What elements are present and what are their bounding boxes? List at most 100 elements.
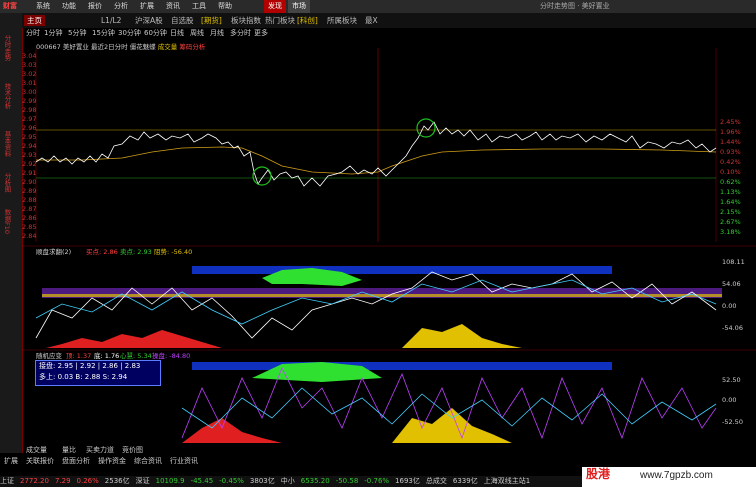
status-item: 7.29 — [54, 477, 71, 485]
price-axis-labels: 3.04 3.03 3.02 3.01 3.00 2.99 2.98 2.97 … — [22, 52, 36, 240]
period-weekly[interactable]: 周线 — [190, 28, 204, 38]
indicator1-axis-tick: -54.06 — [722, 324, 743, 332]
indicator1-axis-tick: 54.06 — [722, 280, 741, 288]
indicator1-white-line — [35, 271, 717, 339]
tab-l1l2[interactable]: L1/L2 — [98, 15, 124, 26]
period-monthly[interactable]: 月线 — [210, 28, 224, 38]
price-tick: 2.84 — [22, 232, 36, 240]
pct-tick: 1.64% — [720, 198, 741, 206]
menu-function[interactable]: 功能 — [62, 1, 76, 11]
status-item: 1693亿 — [395, 477, 420, 485]
pct-tick: 0.93% — [720, 148, 741, 156]
indicator2-value: 底: 1.76 — [94, 351, 119, 360]
price-tick: 2.93 — [22, 151, 36, 159]
indicator2-value: 顶: 1.37 — [66, 352, 91, 360]
status-item: -45.45 — [190, 477, 214, 485]
indicator2-red-area — [182, 418, 282, 443]
indicator1-yellow-band — [42, 294, 722, 297]
status-item: -0.45% — [219, 477, 244, 485]
indicator2-blue-band — [192, 362, 612, 370]
status-item: 深证 — [135, 477, 150, 485]
status-item: 3803亿 — [249, 477, 275, 485]
period-intraday[interactable]: 分时 — [26, 28, 40, 38]
tab-power[interactable]: 买卖力道 — [86, 445, 114, 455]
tab-watchlist[interactable]: 自选股 — [168, 15, 197, 26]
menu-analysis[interactable]: 分析 — [114, 1, 128, 11]
price-tick: 2.92 — [22, 160, 36, 168]
indicator2-axis-tick: 52.50 — [722, 376, 741, 384]
price-tick: 2.94 — [22, 142, 36, 150]
status-item: 6339亿 — [452, 477, 478, 485]
menu-tools[interactable]: 工具 — [192, 1, 206, 11]
discover-button[interactable]: 发现 — [264, 0, 286, 13]
chart-area: 3.04 3.03 3.02 3.01 3.00 2.99 2.98 2.97 … — [22, 48, 756, 443]
period-multi[interactable]: 多分时 — [230, 28, 251, 38]
market-tabs: 主页 L1/L2 沪深A股 自选股 [期货] 板块指数 热门板块 [科创] 所属… — [22, 13, 756, 28]
pct-axis-labels: 2.45% 1.96% 1.44% 0.93% 0.42% 0.10% 0.62… — [720, 118, 741, 236]
tab-extend[interactable]: 扩展 — [4, 456, 18, 466]
sidebar-item-intraday[interactable]: 分时走势 — [2, 35, 12, 61]
indicator1-panel: 顺盘求翻(2) 买点: 2.86 卖点: 2.93 阻势: -56.40 108… — [22, 245, 756, 348]
menu-system[interactable]: 系统 — [36, 1, 50, 11]
tab-hot-sector[interactable]: 热门板块 — [262, 15, 298, 26]
popup-line2: 多上: 0.03 B: 2.88 S: 2.94 — [39, 373, 128, 381]
pct-tick: 0.62% — [720, 178, 741, 186]
period-5min[interactable]: 5分钟 — [68, 28, 86, 38]
period-daily[interactable]: 日线 — [170, 28, 184, 38]
price-tick: 2.99 — [22, 97, 36, 105]
price-tick: 2.97 — [22, 115, 36, 123]
price-tick: 2.96 — [22, 124, 36, 132]
app-logo: 财富 — [3, 2, 17, 10]
popup-line1: 接盘: 2.95 | 2.92 | 2.86 | 2.83 — [39, 362, 141, 370]
period-30min[interactable]: 30分钟 — [118, 28, 141, 38]
price-tick: 2.88 — [22, 196, 36, 204]
tab-futures[interactable]: [期货] — [198, 15, 225, 26]
tab-funds[interactable]: 操作资金 — [98, 456, 126, 466]
period-more[interactable]: 更多 — [254, 28, 268, 38]
tab-belong-sector[interactable]: 所属板块 — [324, 15, 360, 26]
market-button[interactable]: 市场 — [288, 0, 310, 13]
pct-tick: 1.13% — [720, 188, 741, 196]
tab-sector-index[interactable]: 板块指数 — [228, 15, 264, 26]
status-item: 2536亿 — [104, 477, 130, 485]
period-60min[interactable]: 60分钟 — [144, 28, 167, 38]
pct-tick: 2.45% — [720, 118, 741, 126]
tab-star[interactable]: [科创] — [294, 15, 321, 26]
sidebar-item-chart[interactable]: 分析图 — [2, 173, 12, 193]
sidebar-item-basic[interactable]: 基本资料 — [2, 131, 12, 157]
indicator1-yellow-area — [402, 324, 522, 348]
indicator2-axis-tick: 0.00 — [722, 396, 736, 404]
pct-tick: 0.42% — [720, 158, 741, 166]
tab-volume[interactable]: 成交量 — [26, 445, 47, 455]
tab-industry-news[interactable]: 行业资讯 — [170, 456, 198, 466]
status-item: 上证 — [0, 477, 14, 485]
tab-volume-ratio[interactable]: 量比 — [62, 445, 76, 455]
tab-sh-sz-a[interactable]: 沪深A股 — [132, 15, 166, 26]
indicator1-sell: 卖点: 2.93 — [120, 248, 152, 256]
menu-extend[interactable]: 扩展 — [140, 1, 154, 11]
price-tick: 2.90 — [22, 178, 36, 186]
window-title: 分时走势图 · 美好置业 — [540, 2, 610, 10]
tab-home[interactable]: 主页 — [24, 15, 45, 26]
tab-news[interactable]: 综合资讯 — [134, 456, 162, 466]
tab-board-analysis[interactable]: 盘面分析 — [62, 456, 90, 466]
price-tick: 2.86 — [22, 214, 36, 222]
status-item: 2772.20 — [20, 477, 49, 485]
period-15min[interactable]: 15分钟 — [92, 28, 115, 38]
menu-help[interactable]: 帮助 — [218, 1, 232, 11]
price-tick: 2.95 — [22, 133, 36, 141]
menu-news[interactable]: 资讯 — [166, 1, 180, 11]
indicator1-blue-band — [192, 266, 612, 274]
indicator2-value: 操盘: -84.80 — [152, 351, 190, 360]
tab-related-quote[interactable]: 关联报价 — [26, 456, 54, 466]
sidebar-item-technical[interactable]: 技术分析 — [2, 83, 12, 109]
menu-quote[interactable]: 报价 — [88, 1, 102, 11]
tab-more[interactable]: 最X — [362, 15, 381, 26]
pct-tick: 1.96% — [720, 128, 741, 136]
sidebar-item-f10[interactable]: 数据F10 — [2, 209, 12, 234]
period-1min[interactable]: 1分钟 — [44, 28, 62, 38]
tab-auction[interactable]: 竞价图 — [122, 445, 143, 455]
price-tick: 3.01 — [22, 79, 36, 87]
indicator1-title: 顺盘求翻(2) — [36, 247, 71, 256]
indicator1-pressure: 阻势: -56.40 — [154, 247, 192, 256]
